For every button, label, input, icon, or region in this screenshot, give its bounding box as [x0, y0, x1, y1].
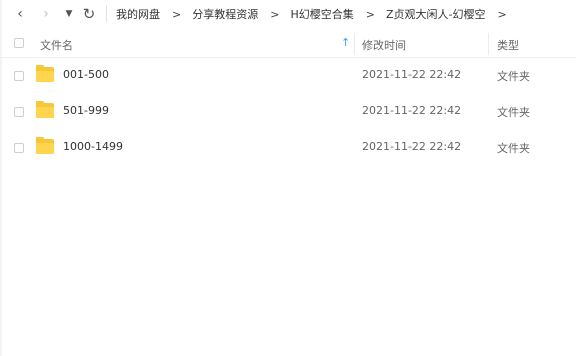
forward-button[interactable]: › — [38, 3, 54, 25]
file-type: 文件夹 — [497, 142, 530, 155]
column-header-name[interactable]: 文件名 — [40, 37, 73, 53]
select-all-checkbox[interactable] — [14, 38, 24, 48]
file-name[interactable]: 501-999 — [63, 104, 109, 117]
sort-ascending-icon[interactable]: ↑ — [341, 36, 350, 49]
breadcrumb-separator: > — [365, 7, 375, 21]
column-divider — [354, 33, 355, 55]
breadcrumb-item-share[interactable]: 分享教程资源 — [189, 6, 261, 22]
row-checkbox[interactable] — [14, 71, 24, 81]
file-row[interactable]: 501-999 2021-11-22 22:42 文件夹 — [0, 94, 576, 130]
refresh-icon: ↻ — [82, 5, 96, 23]
folder-icon — [36, 65, 54, 82]
breadcrumb: 我的网盘 > 分享教程资源 > H幻樱空合集 > Z贞观大闲人-幻樱空 > — [113, 0, 515, 28]
column-header-type[interactable]: 类型 — [497, 37, 519, 53]
history-dropdown-button[interactable]: ▼ — [62, 3, 76, 25]
nav-divider — [106, 5, 107, 22]
breadcrumb-item-root[interactable]: 我的网盘 — [113, 6, 163, 22]
file-type: 文件夹 — [497, 70, 530, 83]
navigation-bar: ‹ › ▼ ↻ 我的网盘 > 分享教程资源 > H幻樱空合集 > Z贞观大闲人-… — [0, 0, 576, 28]
breadcrumb-separator: > — [270, 7, 280, 21]
breadcrumb-item-current[interactable]: Z贞观大闲人-幻樱空 — [383, 6, 489, 22]
refresh-button[interactable]: ↻ — [80, 3, 98, 25]
chevron-right-icon: › — [43, 6, 49, 22]
chevron-left-icon: ‹ — [17, 6, 23, 22]
back-button[interactable]: ‹ — [12, 3, 28, 25]
column-header-modified[interactable]: 修改时间 — [362, 37, 406, 53]
breadcrumb-expand-button[interactable]: > — [488, 8, 514, 21]
row-checkbox[interactable] — [14, 143, 24, 153]
folder-icon — [36, 101, 54, 118]
file-name[interactable]: 1000-1499 — [63, 140, 123, 153]
caret-down-icon: ▼ — [65, 9, 73, 19]
file-modified-time: 2021-11-22 22:42 — [362, 140, 462, 153]
folder-icon — [36, 137, 54, 154]
file-row[interactable]: 1000-1499 2021-11-22 22:42 文件夹 — [0, 130, 576, 166]
breadcrumb-item-collection[interactable]: H幻樱空合集 — [287, 6, 356, 22]
file-name[interactable]: 001-500 — [63, 68, 109, 81]
file-type: 文件夹 — [497, 106, 530, 119]
file-row[interactable]: 001-500 2021-11-22 22:42 文件夹 — [0, 58, 576, 94]
breadcrumb-separator: > — [172, 7, 182, 21]
file-list-header: 文件名 ↑ 修改时间 类型 — [0, 31, 576, 58]
row-checkbox[interactable] — [14, 107, 24, 117]
column-divider — [488, 33, 489, 55]
file-modified-time: 2021-11-22 22:42 — [362, 104, 462, 117]
file-modified-time: 2021-11-22 22:42 — [362, 68, 462, 81]
